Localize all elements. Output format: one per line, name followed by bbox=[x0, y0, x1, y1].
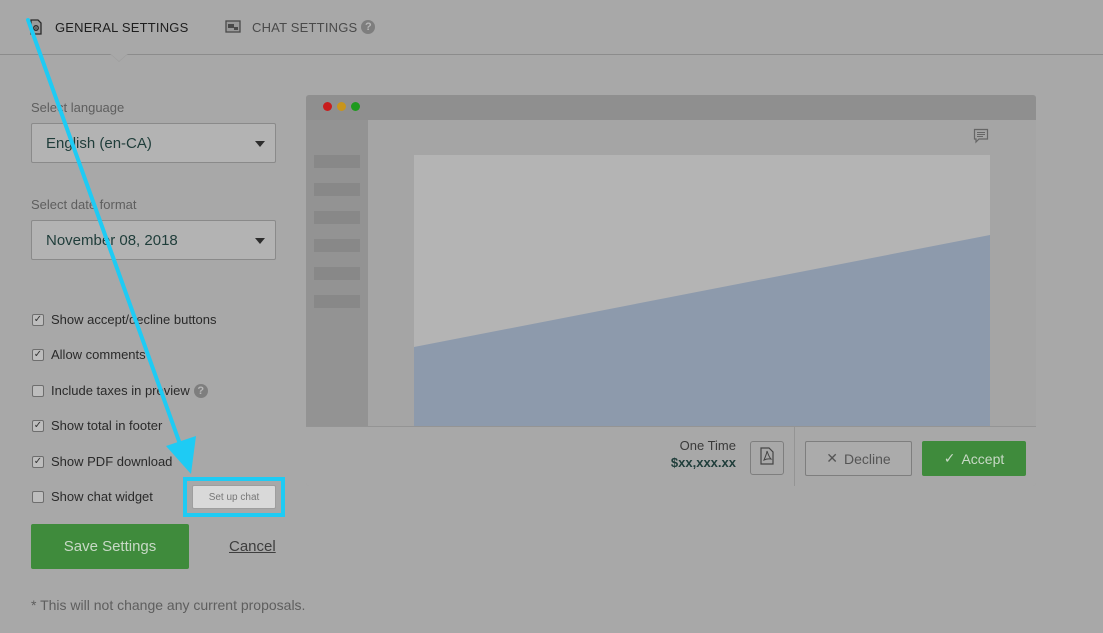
accept-button[interactable]: ✓ Accept bbox=[922, 441, 1026, 476]
decline-button[interactable]: ✕ Decline bbox=[805, 441, 912, 476]
sidebar-placeholder bbox=[314, 211, 360, 224]
option-show-total-footer[interactable]: Show total in footer bbox=[32, 418, 162, 433]
option-label: Show total in footer bbox=[51, 418, 163, 433]
one-time-label: One Time bbox=[679, 438, 736, 453]
setup-chat-button[interactable]: Set up chat bbox=[192, 485, 276, 509]
checkbox[interactable] bbox=[32, 313, 44, 326]
language-value: English (en-CA) bbox=[46, 134, 152, 152]
chat-window-icon bbox=[225, 19, 241, 35]
tab-general-settings[interactable]: GENERAL SETTINGS bbox=[28, 0, 188, 54]
check-icon: ✓ bbox=[943, 450, 956, 466]
option-label: Show PDF download bbox=[51, 454, 173, 469]
date-format-value: November 08, 2018 bbox=[46, 231, 178, 249]
option-label: Allow comments bbox=[51, 347, 146, 362]
chevron-down-icon bbox=[255, 141, 265, 147]
tab-chat-settings[interactable]: CHAT SETTINGS ? bbox=[225, 0, 376, 54]
chat-help-icon[interactable]: ? bbox=[361, 20, 376, 34]
date-format-select[interactable]: November 08, 2018 bbox=[31, 220, 276, 260]
cancel-link[interactable]: Cancel bbox=[229, 538, 276, 555]
comment-icon bbox=[973, 128, 989, 144]
one-time-amount: $xx,xxx.xx bbox=[670, 455, 736, 470]
preview-sidebar bbox=[306, 120, 368, 426]
sidebar-placeholder bbox=[314, 267, 360, 280]
preview-footer: One Time $xx,xxx.xx ✕ Decline ✓ Accept bbox=[306, 426, 1036, 486]
language-select[interactable]: English (en-CA) bbox=[31, 123, 276, 163]
decline-label: Decline bbox=[844, 450, 891, 467]
x-icon: ✕ bbox=[826, 450, 839, 466]
checkbox[interactable] bbox=[32, 455, 44, 468]
window-close-dot bbox=[323, 102, 332, 111]
save-settings-button[interactable]: Save Settings bbox=[31, 524, 189, 569]
date-format-label: Select date format bbox=[31, 197, 137, 212]
taxes-help-icon[interactable]: ? bbox=[193, 383, 208, 398]
pdf-download-button[interactable] bbox=[750, 441, 784, 475]
pdf-icon bbox=[760, 446, 774, 470]
active-tab-indicator-inner bbox=[111, 54, 127, 61]
checkbox[interactable] bbox=[32, 348, 44, 361]
preview-cover-image bbox=[414, 155, 990, 426]
chevron-down-icon bbox=[255, 238, 265, 244]
preview-titlebar bbox=[306, 95, 1036, 120]
footer-divider bbox=[794, 427, 795, 486]
option-show-accept-decline[interactable]: Show accept/decline buttons bbox=[32, 312, 217, 327]
tab-general-label: GENERAL SETTINGS bbox=[55, 19, 189, 35]
window-minimize-dot bbox=[337, 102, 346, 111]
sidebar-placeholder bbox=[314, 183, 360, 196]
accept-label: Accept bbox=[961, 450, 1005, 467]
proposal-preview: One Time $xx,xxx.xx ✕ Decline ✓ Accept bbox=[306, 95, 1036, 486]
footnote: * This will not change any current propo… bbox=[31, 597, 306, 613]
option-label: Show accept/decline buttons bbox=[51, 312, 217, 327]
option-include-taxes[interactable]: Include taxes in preview ? bbox=[32, 383, 208, 398]
checkbox[interactable] bbox=[32, 419, 44, 432]
window-maximize-dot bbox=[351, 102, 360, 111]
option-show-pdf-download[interactable]: Show PDF download bbox=[32, 454, 172, 469]
option-label: Show chat widget bbox=[51, 489, 153, 504]
option-show-chat-widget[interactable]: Show chat widget bbox=[32, 489, 153, 504]
option-label: Include taxes in preview bbox=[51, 383, 190, 398]
settings-tabs: GENERAL SETTINGS CHAT SETTINGS ? bbox=[0, 0, 1103, 55]
one-time-total: One Time $xx,xxx.xx bbox=[671, 438, 736, 470]
gear-document-icon bbox=[28, 19, 44, 35]
option-allow-comments[interactable]: Allow comments bbox=[32, 347, 146, 362]
checkbox[interactable] bbox=[32, 490, 44, 503]
language-label: Select language bbox=[31, 100, 125, 115]
sidebar-placeholder bbox=[314, 295, 360, 308]
tab-chat-label: CHAT SETTINGS bbox=[252, 19, 358, 35]
checkbox[interactable] bbox=[32, 384, 44, 397]
sidebar-placeholder bbox=[314, 239, 360, 252]
preview-content bbox=[368, 120, 1036, 426]
sidebar-placeholder bbox=[314, 155, 360, 168]
